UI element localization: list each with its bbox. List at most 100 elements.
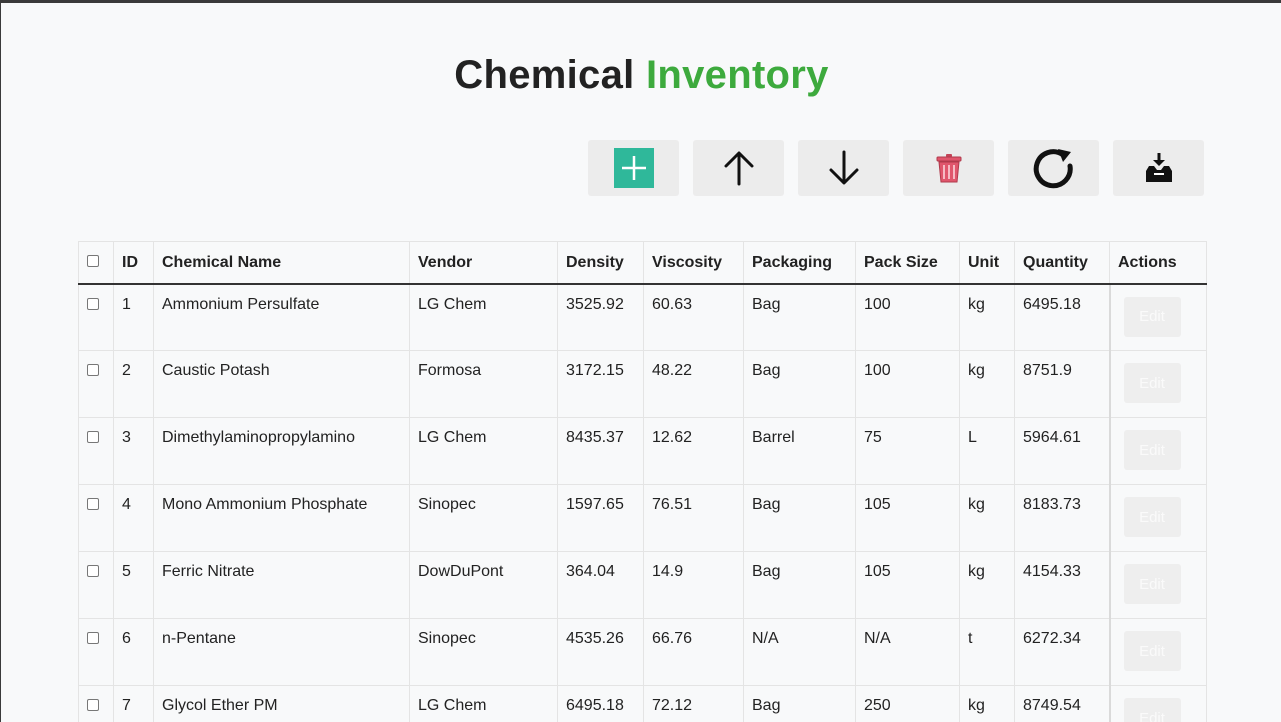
cell-unit: L <box>959 417 1015 485</box>
table-row: 2 Caustic Potash Formosa 3172.15 48.22 Bag 100… <box>78 350 1207 418</box>
row-checkbox[interactable] <box>87 699 99 711</box>
table-row: 5 Ferric Nitrate DowDuPont 364.04 14.9 Bag 105… <box>78 551 1207 619</box>
download-tray-icon <box>1145 153 1172 182</box>
cell-quantity: 4154.33 <box>1014 551 1110 619</box>
row-checkbox[interactable] <box>87 498 99 510</box>
cell-unit: t <box>959 618 1015 686</box>
cell-viscosity: 66.76 <box>643 618 744 686</box>
cell-actions: Edit <box>1108 350 1207 418</box>
column-header: Quantity <box>1014 241 1110 285</box>
select-all-checkbox[interactable] <box>87 255 99 267</box>
select-all-cell <box>78 241 114 285</box>
cell-actions: Edit <box>1108 618 1207 686</box>
cell-quantity: 6272.34 <box>1014 618 1110 686</box>
toolbar <box>588 140 1204 196</box>
cell-id: 2 <box>113 350 154 418</box>
table-row: 4 Mono Ammonium Phosphate Sinopec 1597.65 76… <box>78 484 1207 552</box>
cell-pack-size: N/A <box>855 618 960 686</box>
cell-viscosity: 72.12 <box>643 685 744 722</box>
cell-density: 3172.15 <box>557 350 644 418</box>
cell-pack-size: 105 <box>855 551 960 619</box>
cell-chemical-name: n-Pentane <box>153 618 410 686</box>
cell-viscosity: 14.9 <box>643 551 744 619</box>
cell-chemical-name: Glycol Ether PM <box>153 685 410 722</box>
cell-packaging: Bag <box>743 350 856 418</box>
cell-chemical-name: Ferric Nitrate <box>153 551 410 619</box>
cell-vendor: Formosa <box>409 350 558 418</box>
arrow-up-icon <box>724 151 753 186</box>
row-select-cell <box>78 551 114 619</box>
refresh-button[interactable] <box>1008 140 1099 196</box>
cell-quantity: 5964.61 <box>1014 417 1110 485</box>
row-select-cell <box>78 417 114 485</box>
edit-button[interactable]: Edit <box>1123 631 1181 671</box>
cell-unit: kg <box>959 685 1015 722</box>
cell-viscosity: 12.62 <box>643 417 744 485</box>
row-checkbox[interactable] <box>87 565 99 577</box>
edit-button[interactable]: Edit <box>1123 564 1181 604</box>
trash-icon <box>936 154 961 183</box>
cell-packaging: Bag <box>743 484 856 552</box>
column-header: Vendor <box>409 241 558 285</box>
row-checkbox[interactable] <box>87 364 99 376</box>
refresh-icon <box>1033 149 1073 189</box>
cell-quantity: 8749.54 <box>1014 685 1110 722</box>
cell-packaging: N/A <box>743 618 856 686</box>
cell-quantity: 8751.9 <box>1014 350 1110 418</box>
cell-packaging: Bag <box>743 685 856 722</box>
cell-id: 6 <box>113 618 154 686</box>
edit-button[interactable]: Edit <box>1123 698 1181 722</box>
add-button[interactable] <box>588 140 679 196</box>
inventory-table: ID Chemical Name Vendor Density Viscosit… <box>78 241 1207 722</box>
cell-id: 3 <box>113 417 154 485</box>
cell-chemical-name: Ammonium Persulfate <box>153 283 410 351</box>
cell-unit: kg <box>959 283 1015 351</box>
cell-density: 3525.92 <box>557 283 644 351</box>
cell-actions: Edit <box>1108 283 1207 351</box>
cell-packaging: Bag <box>743 551 856 619</box>
arrow-down-icon <box>829 150 858 185</box>
cell-actions: Edit <box>1108 484 1207 552</box>
column-header: Density <box>557 241 644 285</box>
cell-unit: kg <box>959 350 1015 418</box>
cell-packaging: Bag <box>743 283 856 351</box>
cell-density: 8435.37 <box>557 417 644 485</box>
cell-id: 1 <box>113 283 154 351</box>
edit-button[interactable]: Edit <box>1123 497 1181 537</box>
column-header: Pack Size <box>855 241 960 285</box>
table-row: 6 n-Pentane Sinopec 4535.26 66.76 N/A N/A t 6272… <box>78 618 1207 686</box>
row-checkbox[interactable] <box>87 297 99 310</box>
save-button[interactable] <box>1113 140 1204 196</box>
cell-actions: Edit <box>1108 417 1207 485</box>
column-header: Chemical Name <box>153 241 410 285</box>
cell-density: 6495.18 <box>557 685 644 722</box>
title-word-inventory: Inventory <box>645 53 829 97</box>
page-title: Chemical Inventory <box>1 53 1281 98</box>
cell-vendor: LG Chem <box>409 685 558 722</box>
row-checkbox[interactable] <box>87 431 99 443</box>
edit-button[interactable]: Edit <box>1123 296 1181 337</box>
edit-button[interactable]: Edit <box>1123 363 1181 403</box>
cell-quantity: 6495.18 <box>1014 283 1110 351</box>
cell-viscosity: 60.63 <box>643 283 744 351</box>
cell-pack-size: 75 <box>855 417 960 485</box>
column-header: Unit <box>959 241 1015 285</box>
cell-vendor: Sinopec <box>409 484 558 552</box>
delete-button[interactable] <box>903 140 994 196</box>
row-checkbox[interactable] <box>87 632 99 644</box>
move-up-button[interactable] <box>693 140 784 196</box>
cell-id: 7 <box>113 685 154 722</box>
edit-button[interactable]: Edit <box>1123 430 1181 470</box>
row-select-cell <box>78 350 114 418</box>
cell-id: 5 <box>113 551 154 619</box>
cell-density: 1597.65 <box>557 484 644 552</box>
cell-density: 364.04 <box>557 551 644 619</box>
row-select-cell <box>78 283 114 351</box>
column-header: Packaging <box>743 241 856 285</box>
move-down-button[interactable] <box>798 140 889 196</box>
row-select-cell <box>78 484 114 552</box>
row-select-cell <box>78 685 114 722</box>
cell-viscosity: 76.51 <box>643 484 744 552</box>
cell-actions: Edit <box>1108 551 1207 619</box>
cell-packaging: Barrel <box>743 417 856 485</box>
